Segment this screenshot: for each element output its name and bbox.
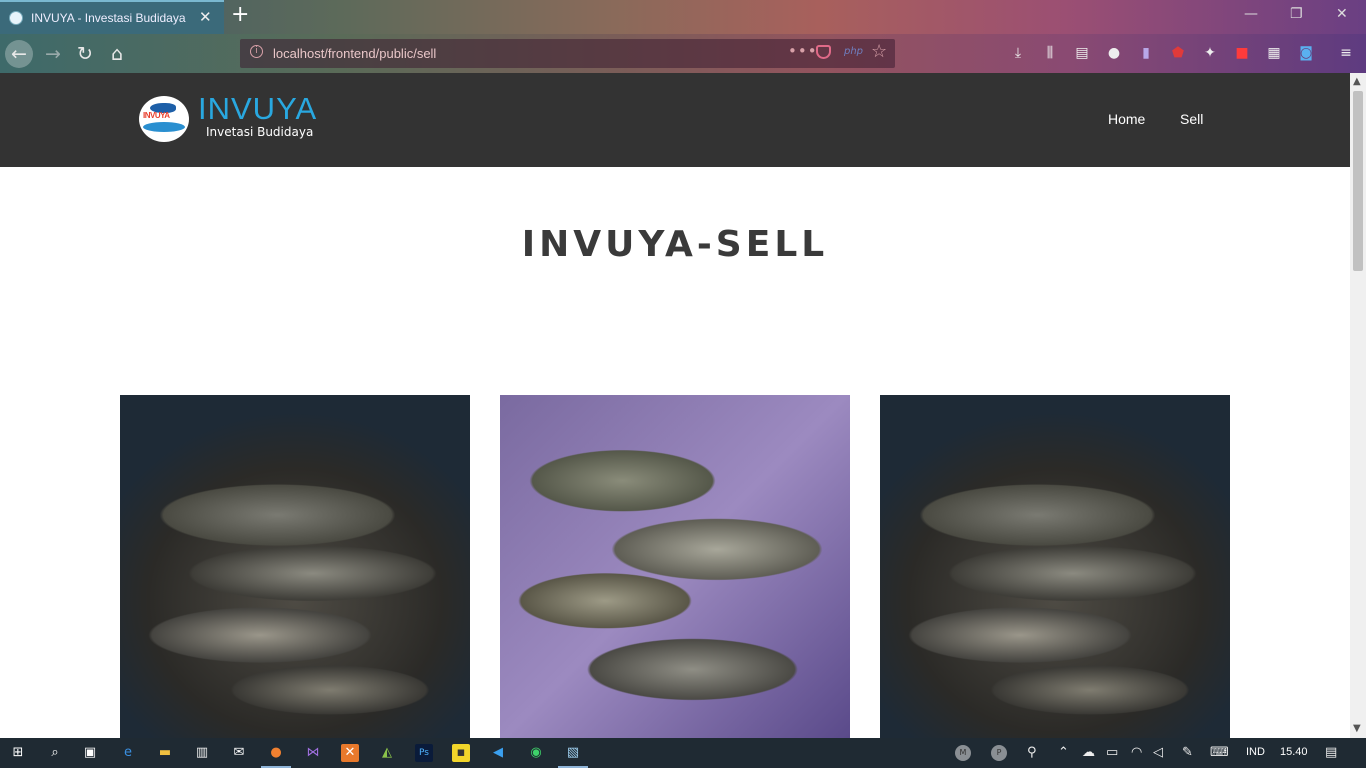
address-bar[interactable]: i localhost/frontend/public/sell ••• php… [240,39,895,68]
extension-red-icon[interactable]: ■ [1233,44,1251,62]
brand-tagline: Invetasi Budidaya [206,125,314,139]
people-icon[interactable]: ⚲ [1027,745,1037,760]
extension-camera-icon[interactable]: ◙ [1297,44,1315,62]
site-info-icon[interactable]: i [250,45,263,58]
firefox-icon[interactable]: ● [267,744,285,762]
bookmark-star-icon[interactable]: ☆ [871,41,887,62]
whatsapp-icon[interactable]: ◉ [527,744,545,762]
extension-grid-icon[interactable]: ▦ [1265,44,1283,62]
reload-icon[interactable]: ↻ [71,40,99,68]
nav-home-link[interactable]: Home [1108,111,1145,127]
extension-panda-icon[interactable]: ● [1105,44,1123,62]
extension-pdf-icon[interactable]: ▮ [1137,44,1155,62]
pen-icon[interactable]: ✎ [1182,745,1193,760]
android-studio-icon[interactable]: ◭ [378,744,396,762]
forward-arrow-icon[interactable]: → [39,40,67,68]
logo-badge-text: INVUYA [143,111,170,120]
menu-hamburger-icon[interactable]: ≡ [1337,44,1355,62]
logo-wave-shape [143,122,185,132]
visual-studio-icon[interactable]: ⋈ [304,744,322,762]
scroll-down-icon[interactable]: ▼ [1353,723,1361,734]
page-actions-icon[interactable]: ••• [788,42,818,60]
scroll-up-icon[interactable]: ▲ [1353,76,1361,87]
product-image-snakehead[interactable] [120,395,470,738]
mail-icon[interactable]: ✉ [230,744,248,762]
back-arrow-icon[interactable]: ← [5,40,33,68]
ublock-icon[interactable]: ⬟ [1169,44,1187,62]
photos-icon[interactable]: ▧ [564,744,582,762]
product-image-snakehead[interactable] [880,395,1230,738]
sticky-notes-icon[interactable]: ▪ [452,744,470,762]
user-avatar-p[interactable]: P [991,745,1007,761]
sidebar-icon[interactable]: ▤ [1073,44,1091,62]
extension-ghostery-icon[interactable]: ✦ [1201,44,1219,62]
new-tab-button[interactable]: + [231,2,249,27]
action-center-icon[interactable]: ▤ [1325,745,1337,760]
window-close-icon[interactable]: ✕ [1336,6,1348,22]
store-icon[interactable]: ▥ [193,744,211,762]
xampp-icon[interactable]: ✕ [341,744,359,762]
file-explorer-icon[interactable]: ▬ [156,744,174,762]
home-icon[interactable]: ⌂ [103,40,131,68]
page-scrollbar[interactable]: ▲ ▼ [1350,73,1366,738]
keyboard-icon[interactable]: ⌨ [1210,745,1229,760]
language-indicator[interactable]: IND [1246,746,1265,758]
show-hidden-icons-icon[interactable]: ⌃ [1058,745,1069,760]
edge-icon[interactable]: e [119,744,137,762]
clock[interactable]: 15.40 [1280,746,1308,758]
brand-name[interactable]: INVUYA [198,91,317,127]
battery-icon[interactable]: ▭ [1106,745,1118,760]
volume-icon[interactable]: ◁ [1153,745,1163,760]
windows-taskbar: ⊞ ⌕ ▣ e ▬ ▥ ✉ ● ⋈ ✕ ◭ Ps ▪ ◀ ◉ ▧ M P ⚲ ⌃… [0,738,1366,768]
windows-start-icon[interactable]: ⊞ [9,744,27,762]
library-icon[interactable]: ⫼ [1041,44,1059,62]
page-title: INVUYA-SELL [521,224,829,265]
vscode-icon[interactable]: ◀ [489,744,507,762]
close-tab-icon[interactable]: ✕ [199,8,212,26]
url-text[interactable]: localhost/frontend/public/sell [273,46,436,61]
tab-title: INVUYA - Investasi Budidaya [31,11,186,25]
onedrive-icon[interactable]: ☁ [1082,745,1095,760]
product-image-tilapia[interactable] [500,395,850,738]
invuya-logo-icon[interactable]: INVUYA [139,96,189,142]
minimize-icon[interactable]: — [1244,6,1258,22]
browser-tab-active[interactable]: INVUYA - Investasi Budidaya ✕ [0,0,224,34]
restore-icon[interactable]: ❐ [1290,6,1303,22]
photoshop-icon[interactable]: Ps [415,744,433,762]
site-favicon-icon [9,11,23,25]
user-avatar-m[interactable]: M [955,745,971,761]
download-icon[interactable]: ⤓ [1009,44,1027,62]
browser-toolbar: ← → ↻ ⌂ i localhost/frontend/public/sell… [0,34,1366,73]
scrollbar-thumb[interactable] [1353,91,1363,271]
network-icon[interactable]: ◠ [1131,745,1142,760]
pocket-icon[interactable] [816,45,831,59]
browser-tab-bar: INVUYA - Investasi Budidaya ✕ + — ❐ ✕ [0,0,1366,34]
search-icon[interactable]: ⌕ [46,744,64,762]
php-extension-icon[interactable]: php [844,46,863,57]
nav-sell-link[interactable]: Sell [1180,111,1203,127]
task-view-icon[interactable]: ▣ [81,744,99,762]
site-header: INVUYA INVUYA Invetasi Budidaya Home Sel… [0,73,1350,167]
